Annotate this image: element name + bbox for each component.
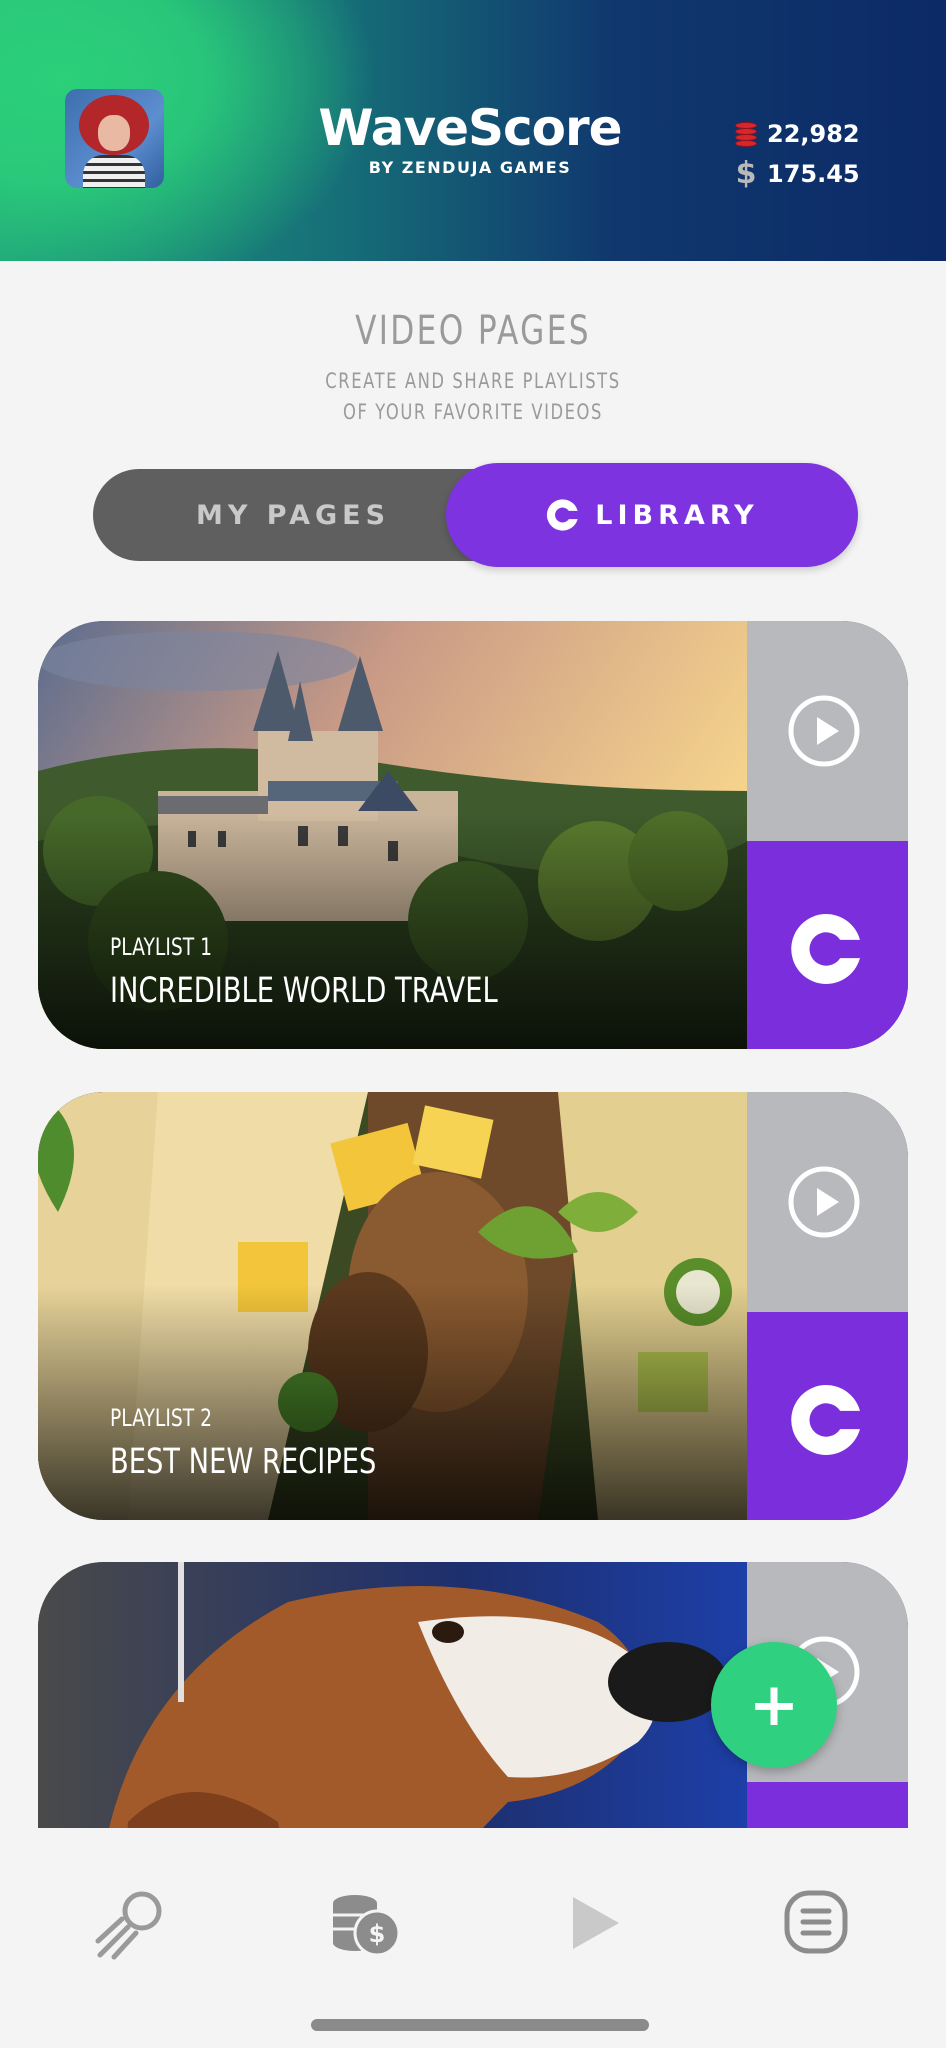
dollar-icon: $ [735, 156, 757, 191]
cash-balance: 175.45 [767, 160, 860, 188]
coin-balance: 22,982 [767, 120, 860, 148]
bottom-navigation: $ [0, 1828, 946, 2048]
brand-title: WaveScore [318, 99, 622, 157]
add-page-button[interactable]: + [711, 1642, 837, 1768]
play-circle-icon [788, 695, 860, 767]
pages-toggle: MY PAGES LIBRARY [93, 463, 863, 567]
coins-dollar-icon: $ [333, 1895, 401, 1957]
playlist-title: BEST NEW RECIPES [110, 1442, 377, 1482]
playlist-kicker: PLAYLIST 2 [110, 1404, 213, 1432]
meteor-icon [95, 1891, 162, 1960]
c-logo-icon [547, 499, 578, 531]
nav-wallet[interactable]: $ [327, 1883, 407, 1963]
c-logo-icon [791, 914, 860, 984]
play-circle-icon [788, 1166, 860, 1238]
play-icon [573, 1897, 619, 1949]
page-subtitle-line-2: OF YOUR FAVORITE VIDEOS [343, 400, 603, 424]
user-avatar[interactable] [65, 89, 164, 188]
nav-meteor[interactable] [90, 1883, 170, 1963]
wallet-balances[interactable]: 22,982 $ 175.45 [735, 114, 860, 194]
playlist-card[interactable]: PLAYLIST 2 BEST NEW RECIPES [38, 1092, 908, 1520]
nav-play[interactable] [553, 1883, 633, 1963]
page-title: VIDEO PAGES [355, 308, 591, 354]
c-logo-icon [791, 1385, 860, 1455]
play-playlist-button[interactable] [747, 621, 908, 841]
play-playlist-button[interactable] [747, 1092, 908, 1312]
page-subtitle-line-1: CREATE AND SHARE PLAYLISTS [325, 369, 621, 393]
brand-subtitle: BY ZENDUJA GAMES [368, 158, 572, 177]
tab-library[interactable]: LIBRARY [446, 463, 858, 567]
menu-list-icon [784, 1890, 848, 1954]
playlist-card[interactable]: PLAYLIST 1 INCREDIBLE WORLD TRAVEL [38, 621, 908, 1049]
page-subtitle: CREATE AND SHARE PLAYLISTS OF YOUR FAVOR… [104, 366, 842, 428]
playlist-title: INCREDIBLE WORLD TRAVEL [110, 971, 498, 1011]
nav-menu[interactable] [777, 1883, 857, 1963]
home-indicator[interactable] [311, 2019, 649, 2031]
open-playlist-button[interactable] [747, 841, 908, 1049]
app-header: WaveScore BY ZENDUJA GAMES 22,982 $ 175.… [0, 0, 946, 261]
tab-my-pages-label: MY PAGES [195, 499, 391, 531]
svg-text:$: $ [369, 1920, 386, 1948]
coin-stack-icon [735, 120, 757, 148]
tab-library-label: LIBRARY [595, 499, 759, 531]
brand-logo: WaveScore BY ZENDUJA GAMES [300, 100, 640, 177]
playlist-kicker: PLAYLIST 1 [110, 933, 213, 961]
open-playlist-button[interactable] [747, 1312, 908, 1520]
